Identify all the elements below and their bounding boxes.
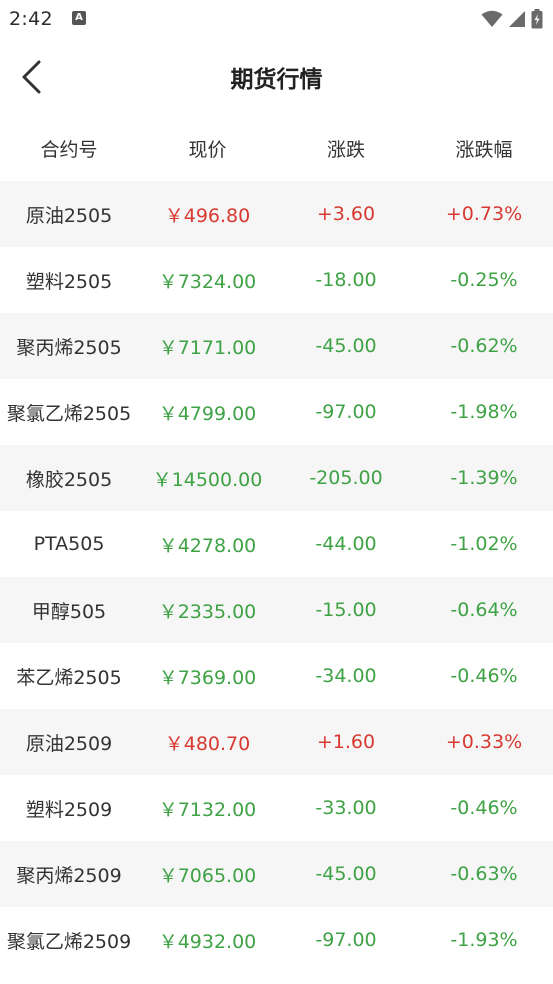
current-price: ￥480.70	[164, 732, 251, 755]
header-contract: 合约号	[40, 138, 98, 161]
current-price: ￥7369.00	[158, 666, 257, 689]
change-percent: -0.64%	[450, 599, 518, 621]
table-row[interactable]: 聚氯乙烯2509 ￥4932.00 -97.00 -1.93%	[0, 907, 553, 973]
status-icons	[481, 9, 543, 29]
contract-name: 甲醇505	[31, 600, 107, 623]
status-bar: 2:42 A	[0, 0, 553, 38]
change-percent: +0.73%	[445, 203, 523, 225]
current-price: ￥7065.00	[158, 864, 257, 887]
contract-name: 塑料2509	[25, 798, 113, 821]
table-row[interactable]: 甲醇505 ￥2335.00 -15.00 -0.64%	[0, 577, 553, 643]
table-row[interactable]: 聚丙烯2509 ￥7065.00 -45.00 -0.63%	[0, 841, 553, 907]
header-percent: 涨跌幅	[455, 138, 513, 161]
change-percent: -0.46%	[450, 665, 518, 687]
table-row[interactable]: 塑料2509 ￥7132.00 -33.00 -0.46%	[0, 775, 553, 841]
price-change: -44.00	[315, 533, 377, 555]
current-price: ￥4932.00	[158, 930, 257, 953]
price-change: -97.00	[315, 929, 377, 951]
table-row[interactable]: 苯乙烯2505 ￥7369.00 -34.00 -0.46%	[0, 643, 553, 709]
price-change: -97.00	[315, 401, 377, 423]
contract-name: 原油2505	[25, 204, 113, 227]
contract-name: PTA505	[33, 533, 105, 555]
contract-name: 聚丙烯2505	[16, 336, 122, 359]
change-percent: -1.93%	[450, 929, 518, 951]
price-change: +1.60	[316, 731, 376, 753]
battery-icon	[531, 9, 543, 29]
current-price: ￥496.80	[164, 204, 251, 227]
price-change: -45.00	[315, 335, 377, 357]
contract-name: 塑料2505	[25, 270, 113, 293]
table-row[interactable]: 聚丙烯2505 ￥7171.00 -45.00 -0.62%	[0, 313, 553, 379]
current-price: ￥4799.00	[158, 402, 257, 425]
futures-table: 合约号 现价 涨跌 涨跌幅 原油2505 ￥496.80 +3.60 +0.73% 塑料…	[0, 115, 553, 973]
contract-name: 橡胶2505	[25, 468, 113, 491]
current-price: ￥14500.00	[152, 468, 263, 491]
signal-icon	[509, 11, 525, 27]
contract-name: 原油2509	[25, 732, 113, 755]
change-percent: -1.39%	[450, 467, 518, 489]
change-percent: -0.46%	[450, 797, 518, 819]
change-percent: +0.33%	[445, 731, 523, 753]
price-change: +3.60	[316, 203, 376, 225]
change-percent: -1.02%	[450, 533, 518, 555]
contract-name: 苯乙烯2505	[16, 666, 122, 689]
change-percent: -0.63%	[450, 863, 518, 885]
current-price: ￥7132.00	[158, 798, 257, 821]
price-change: -15.00	[315, 599, 377, 621]
header-change: 涨跌	[326, 138, 365, 161]
table-header: 合约号 现价 涨跌 涨跌幅	[0, 115, 553, 181]
notification-icon: A	[72, 11, 86, 25]
table-row[interactable]: 聚氯乙烯2505 ￥4799.00 -97.00 -1.98%	[0, 379, 553, 445]
change-percent: -0.25%	[450, 269, 518, 291]
current-price: ￥7324.00	[158, 270, 257, 293]
current-price: ￥4278.00	[158, 534, 257, 557]
table-row[interactable]: 原油2505 ￥496.80 +3.60 +0.73%	[0, 181, 553, 247]
price-change: -45.00	[315, 863, 377, 885]
table-row[interactable]: 原油2509 ￥480.70 +1.60 +0.33%	[0, 709, 553, 775]
table-row[interactable]: PTA505 ￥4278.00 -44.00 -1.02%	[0, 511, 553, 577]
price-change: -33.00	[315, 797, 377, 819]
header-price: 现价	[188, 138, 227, 161]
contract-name: 聚氯乙烯2509	[6, 930, 132, 953]
current-price: ￥7171.00	[158, 336, 257, 359]
wifi-icon	[481, 10, 503, 27]
current-price: ￥2335.00	[158, 600, 257, 623]
page-title: 期货行情	[230, 67, 323, 93]
change-percent: -0.62%	[450, 335, 518, 357]
change-percent: -1.98%	[450, 401, 518, 423]
price-change: -18.00	[315, 269, 377, 291]
status-time: 2:42	[9, 8, 53, 30]
table-body: 原油2505 ￥496.80 +3.60 +0.73% 塑料2505 ￥7324.00 -1…	[0, 181, 553, 973]
table-row[interactable]: 橡胶2505 ￥14500.00 -205.00 -1.39%	[0, 445, 553, 511]
contract-name: 聚氯乙烯2505	[6, 402, 132, 425]
price-change: -205.00	[309, 467, 383, 489]
price-change: -34.00	[315, 665, 377, 687]
nav-bar: 期货行情	[0, 38, 553, 113]
contract-name: 聚丙烯2509	[16, 864, 122, 887]
table-row[interactable]: 塑料2505 ￥7324.00 -18.00 -0.25%	[0, 247, 553, 313]
